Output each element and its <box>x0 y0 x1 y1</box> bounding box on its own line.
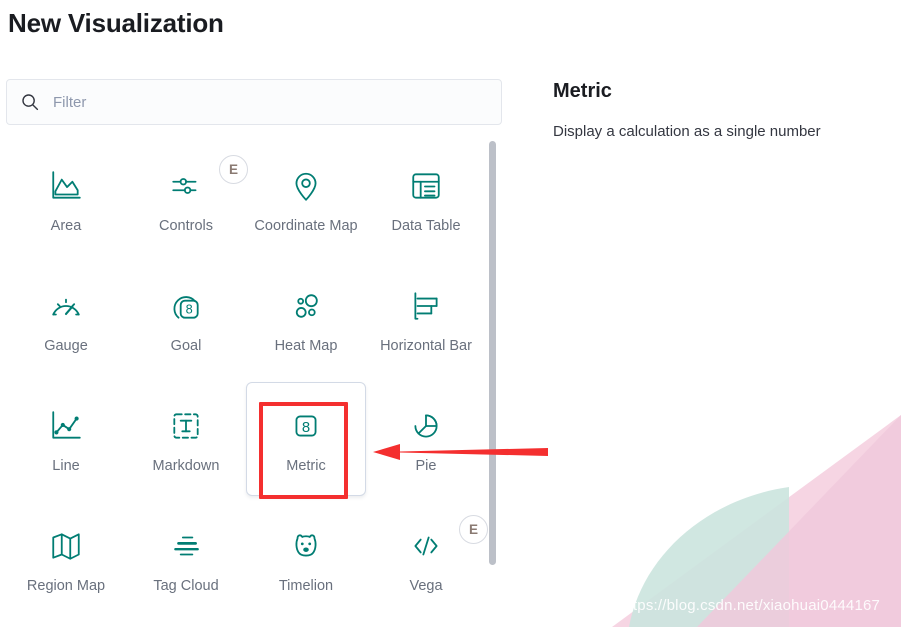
vis-type-label: Area <box>50 218 82 234</box>
detail-panel: Metric Display a calculation as a single… <box>553 80 893 142</box>
area-chart-icon <box>49 169 83 203</box>
vis-type-card-metric[interactable]: 8 Metric <box>246 382 366 496</box>
vis-type-card-heat-map[interactable]: Heat Map <box>246 262 366 376</box>
vis-type-card-data-table[interactable]: Data Table <box>366 142 486 256</box>
vis-type-card-tag-cloud[interactable]: Tag Cloud <box>126 502 246 616</box>
data-table-icon <box>409 169 443 203</box>
heat-map-icon <box>289 289 323 323</box>
vis-type-label: Controls <box>159 218 213 234</box>
vis-type-card-controls[interactable]: Controls E <box>126 142 248 256</box>
vis-type-card-coordinate-map[interactable]: Coordinate Map <box>246 142 366 256</box>
vis-type-card-gauge[interactable]: Gauge <box>6 262 126 376</box>
pie-chart-icon <box>409 409 443 443</box>
detail-description: Display a calculation as a single number <box>553 123 821 140</box>
vis-type-label: Region Map <box>26 578 106 594</box>
vis-type-label: Vega <box>409 578 443 594</box>
metric-icon: 8 <box>289 409 323 443</box>
list-scrollbar-thumb[interactable] <box>489 141 496 565</box>
gauge-icon <box>49 289 83 323</box>
goal-icon: 8 <box>169 289 203 323</box>
visualization-type-list[interactable]: Area Controls E Coordinate Map Data Table Gau… <box>6 136 502 623</box>
tag-cloud-icon <box>169 529 203 563</box>
region-map-icon <box>49 529 83 563</box>
watermark-text: https://blog.csdn.net/xiaohuai0444167 <box>620 597 881 614</box>
line-chart-icon <box>49 409 83 443</box>
vis-type-card-area[interactable]: Area <box>6 142 126 256</box>
svg-text:8: 8 <box>186 301 193 316</box>
timelion-icon <box>289 529 323 563</box>
detail-title: Metric <box>553 80 612 102</box>
vis-type-label: Coordinate Map <box>254 218 358 234</box>
vis-type-label: Heat Map <box>274 338 338 354</box>
page-title: New Visualization <box>8 8 224 38</box>
vis-type-label: Markdown <box>152 458 220 474</box>
filter-input[interactable] <box>53 80 487 124</box>
markdown-icon <box>169 409 203 443</box>
vis-type-label: Timelion <box>278 578 334 594</box>
vis-type-card-timelion[interactable]: Timelion <box>246 502 366 616</box>
vis-type-card-pie[interactable]: Pie <box>366 382 486 496</box>
map-pin-icon <box>289 169 323 203</box>
controls-icon <box>169 169 203 203</box>
vis-type-card-vega[interactable]: Vega E <box>366 502 488 616</box>
vis-type-label: Data Table <box>391 218 461 234</box>
vis-type-label: Horizontal Bar <box>380 338 472 354</box>
experimental-badge: E <box>219 155 248 184</box>
vis-type-card-goal[interactable]: 8 Goal <box>126 262 246 376</box>
horizontal-bar-icon <box>409 289 443 323</box>
vis-type-label: Metric <box>286 458 326 474</box>
experimental-badge: E <box>459 515 488 544</box>
filter-search-box[interactable] <box>6 79 502 125</box>
vis-type-card-horizontal-bar[interactable]: Horizontal Bar <box>366 262 486 376</box>
vis-type-card-line[interactable]: Line <box>6 382 126 496</box>
vis-type-label: Pie <box>415 458 437 474</box>
vis-type-label: Goal <box>170 338 202 354</box>
new-visualization-modal: New Visualization Area Controls E Coordinat… <box>0 0 901 627</box>
vis-type-label: Tag Cloud <box>153 578 219 594</box>
vis-type-label: Gauge <box>44 338 88 354</box>
search-icon <box>21 93 39 111</box>
svg-text:8: 8 <box>302 420 310 436</box>
vega-icon <box>409 529 443 563</box>
vis-type-card-markdown[interactable]: Markdown <box>126 382 246 496</box>
vis-type-card-region-map[interactable]: Region Map <box>6 502 126 616</box>
vis-type-label: Line <box>52 458 80 474</box>
